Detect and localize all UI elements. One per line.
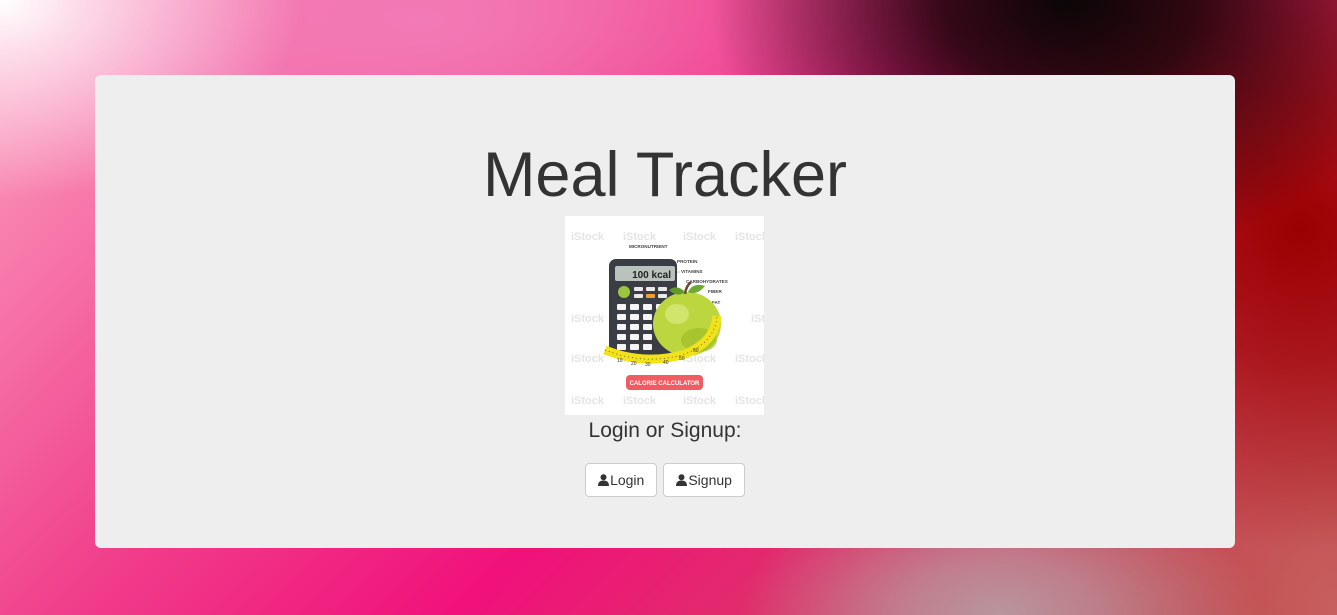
watermark-text: iStock [735,353,764,365]
watermark-text: iStock [623,231,657,243]
watermark-text: iStock [683,395,717,407]
label-micronutrient: MICRONUTRIENT [629,244,668,249]
label-protein: PROTEIN [677,259,698,264]
signup-button[interactable]: Signup [663,463,745,497]
svg-text:40: 40 [663,360,669,366]
user-icon [598,474,610,486]
login-button[interactable]: Login [585,463,658,497]
watermark-text: iStock [571,395,605,407]
watermark-text: iStock [735,395,764,407]
calculator-display: 100 kcal [632,270,671,281]
label-fiber: FIBER [708,289,722,294]
label-carbohydrates: CARBOHYDRATES [686,279,728,284]
page-title: Meal Tracker [482,140,848,210]
calorie-calculator-banner: CALORIE CALCULATOR [630,381,700,387]
watermark-text: iStock [571,231,605,243]
login-button-label: Login [610,472,645,488]
user-icon [676,474,688,486]
svg-text:30: 30 [645,362,651,368]
watermark-text: iStock [683,231,717,243]
watermark-text: iStock [735,231,764,243]
watermark-text: iStock [751,313,764,325]
login-signup-prompt: Login or Signup: [588,419,742,442]
auth-buttons: Login Signup [95,463,1235,497]
signup-button-label: Signup [688,472,732,488]
svg-text:10: 10 [617,358,623,364]
watermark-text: iStock [623,395,657,407]
main-card: Meal Tracker iStock iStock iStock iStock… [95,75,1235,548]
svg-text:20: 20 [631,361,637,367]
label-vitamins: VITAMINS [681,269,703,274]
watermark-text: iStock [571,353,605,365]
svg-text:60: 60 [693,348,699,354]
watermark-text: iStock [571,313,605,325]
calorie-calculator-image: iStock iStock iStock iStock iStock iStoc… [565,216,764,415]
svg-text:50: 50 [679,356,685,362]
